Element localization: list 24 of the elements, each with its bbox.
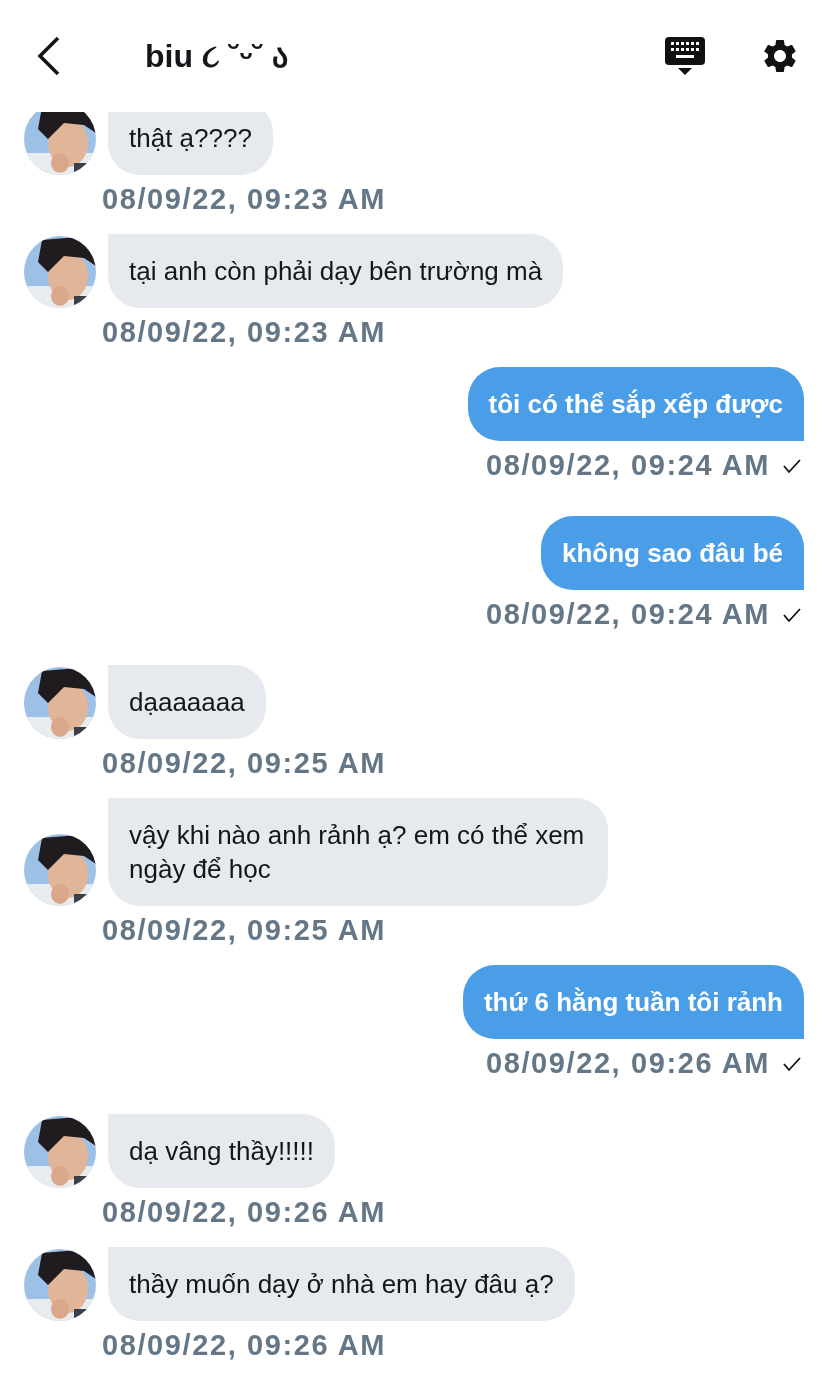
message-bubble: tại anh còn phải dạy bên trường mà — [108, 234, 564, 308]
chat-title: biu ૮ ˘ᵕ˘ ა — [145, 37, 289, 76]
message-bubble: vậy khi nào anh rảnh ạ? em có thể xem ngày để học — [108, 798, 608, 906]
message-timestamp: 08/09/22, 09:26 AM — [485, 1046, 770, 1082]
message-timestamp: 08/09/22, 09:26 AM — [102, 1328, 387, 1364]
message-timestamp: 08/09/22, 09:26 AM — [102, 1195, 387, 1231]
check-icon — [782, 1056, 802, 1072]
message-timestamp: 08/09/22, 09:24 AM — [485, 597, 770, 633]
message-bubble: thầy muốn dạy ở nhà em hay đâu ạ? — [108, 1247, 575, 1321]
message-timestamp: 08/09/22, 09:25 AM — [102, 913, 387, 949]
keyboard-button[interactable] — [664, 36, 706, 76]
message-timestamp: 08/09/22, 09:23 AM — [102, 315, 387, 351]
message-bubble: dạ vâng thầy!!!!! — [108, 1114, 335, 1188]
message-timestamp: 08/09/22, 09:23 AM — [102, 182, 387, 218]
message-bubble: tôi có thể sắp xếp được — [467, 367, 804, 441]
check-icon — [782, 607, 802, 623]
check-icon — [782, 458, 802, 474]
message-timestamp: 08/09/22, 09:25 AM — [102, 746, 387, 782]
message-timestamp: 08/09/22, 09:24 AM — [485, 448, 770, 484]
message-bubble: không sao đâu bé — [540, 516, 804, 590]
keyboard-icon — [664, 36, 706, 76]
message-bubble: dạaaaaaa — [108, 665, 266, 739]
message-bubble: thật ạ???? — [108, 112, 273, 175]
message-bubble: thứ 6 hằng tuần tôi rảnh — [462, 965, 804, 1039]
